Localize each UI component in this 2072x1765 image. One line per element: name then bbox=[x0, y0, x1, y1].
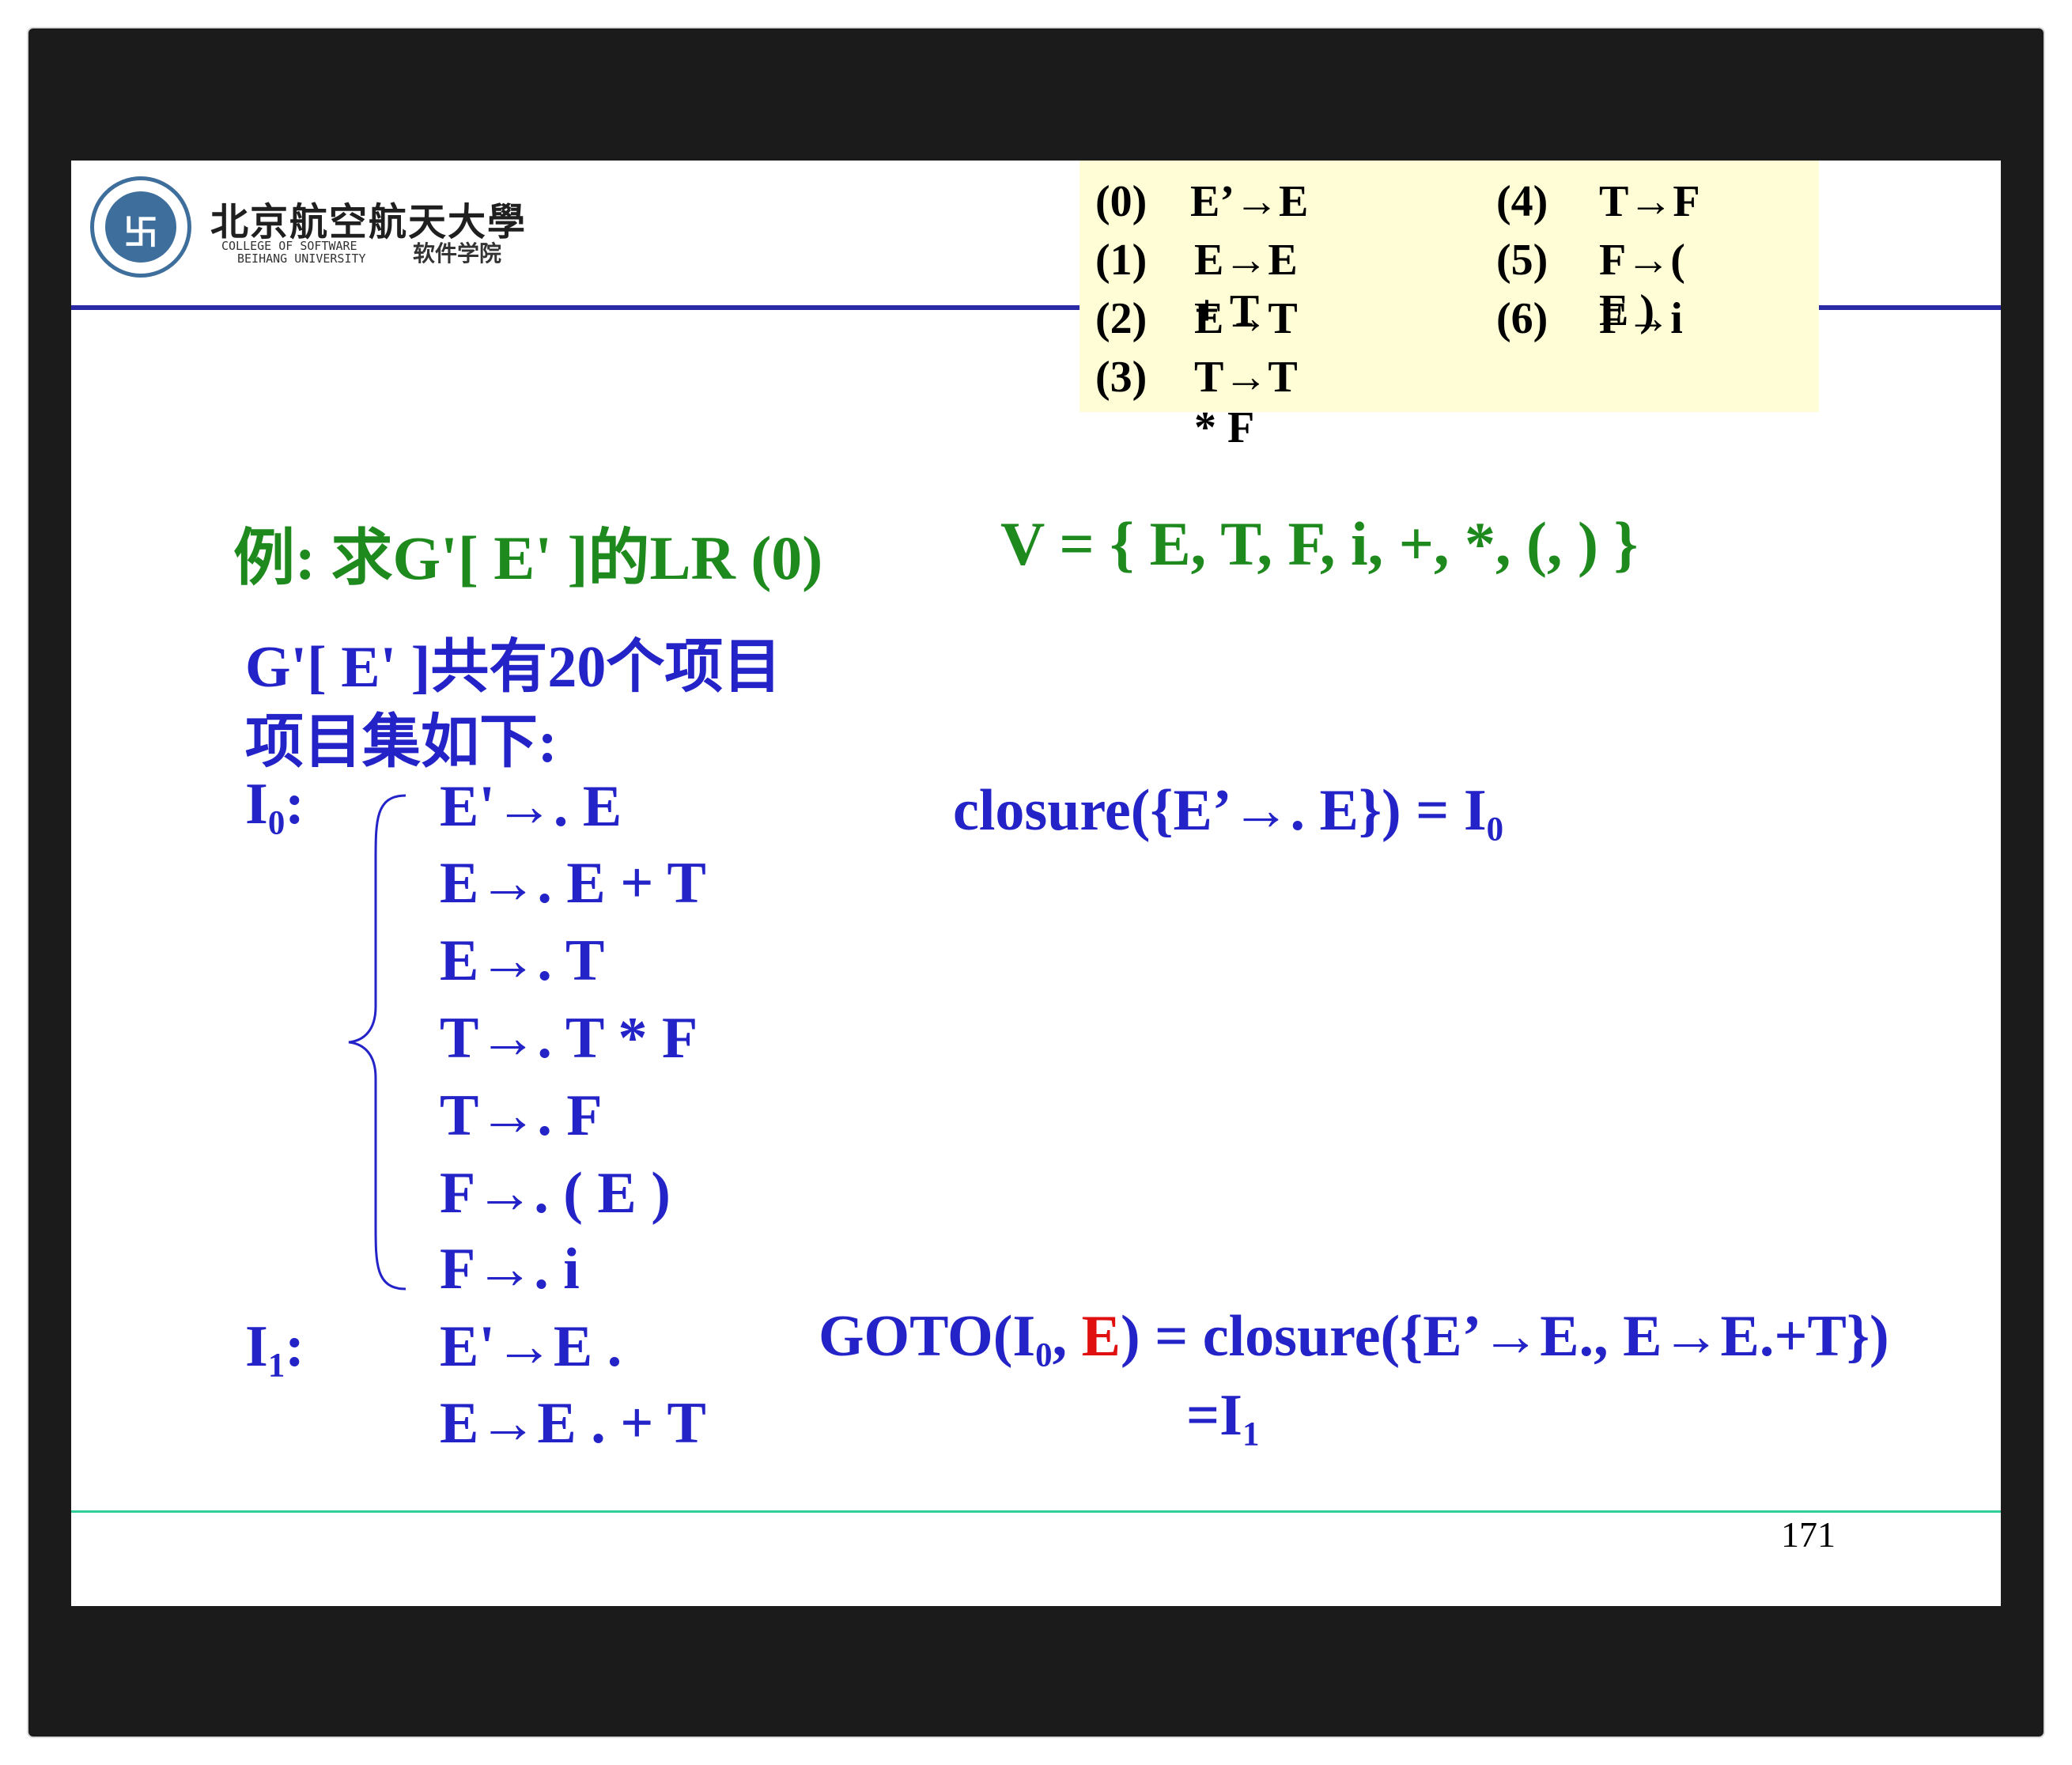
grammar-productions-box: (0) E’→E (1) E→E + T (2) E→T (3) T→T * F… bbox=[1079, 161, 1819, 452]
I0-item-5: T→. F bbox=[440, 1083, 603, 1148]
I0-item-7: F→. i bbox=[440, 1237, 580, 1302]
college-english-name: COLLEGE OF SOFTWARE BEIHANG UNIVERSITY bbox=[221, 240, 366, 265]
goto-expression: GOTO(I0, E) = closure({E’→E., E→E.+T}) bbox=[819, 1303, 1889, 1375]
item-sets-heading: 项目集如下: bbox=[245, 710, 558, 775]
I0-item-3: E→. T bbox=[440, 928, 605, 993]
closure-subscript: 0 bbox=[1486, 811, 1504, 848]
I0-item-2: E→. E + T bbox=[440, 851, 706, 916]
production-rule: T→T * F bbox=[1194, 353, 1297, 452]
page-number: 171 bbox=[1781, 1514, 1836, 1555]
I1-item-2: E→E . + T bbox=[440, 1391, 706, 1456]
set-colon: : bbox=[285, 772, 304, 837]
goto-symbol: E bbox=[1081, 1304, 1121, 1369]
result-subscript: 1 bbox=[1242, 1415, 1260, 1453]
goto-comma: , bbox=[1052, 1304, 1082, 1369]
production-number: (0) bbox=[1095, 177, 1148, 226]
closure-text: closure({E’→. E}) = I bbox=[953, 778, 1487, 843]
header-divider-right bbox=[1819, 305, 2001, 310]
presentation-frame: 卐 北京航空航天大學 COLLEGE OF SOFTWARE BEIHANG U… bbox=[28, 28, 2044, 1737]
slide: 卐 北京航空航天大學 COLLEGE OF SOFTWARE BEIHANG U… bbox=[71, 161, 2001, 1606]
example-title: 例: 求G'[ E' ]的LR (0) bbox=[233, 523, 823, 592]
result-text: =I bbox=[1186, 1383, 1242, 1448]
item-set-I0-label: I0: bbox=[245, 771, 304, 843]
I0-item-4: T→. T * F bbox=[440, 1006, 698, 1071]
goto-rest: ) = closure({E’→E., E→E.+T}) bbox=[1120, 1304, 1889, 1369]
production-number: (1) bbox=[1095, 236, 1148, 285]
vocabulary-set: V = { E, T, F, i, +, *, (, ) } bbox=[1000, 509, 1639, 578]
set-subscript: 0 bbox=[267, 804, 285, 842]
goto-subscript: 0 bbox=[1035, 1336, 1053, 1374]
production-number: (2) bbox=[1095, 294, 1148, 343]
set-letter: I bbox=[245, 772, 268, 837]
production-rule: E→T bbox=[1194, 294, 1298, 343]
production-rule: T→F bbox=[1599, 177, 1700, 226]
production-number: (6) bbox=[1496, 294, 1548, 343]
goto-prefix: GOTO(I bbox=[819, 1304, 1036, 1369]
production-number: (5) bbox=[1496, 236, 1548, 285]
college-en-line2: BEIHANG UNIVERSITY bbox=[237, 251, 366, 266]
set-letter: I bbox=[245, 1314, 268, 1379]
production-number: (3) bbox=[1095, 353, 1148, 402]
I0-closure-expression: closure({E’→. E}) = I0 bbox=[953, 777, 1503, 849]
production-number: (4) bbox=[1496, 177, 1548, 226]
I1-item-1: E'→E . bbox=[440, 1314, 622, 1379]
emblem-glyph: 卐 bbox=[123, 213, 158, 253]
footer-divider bbox=[71, 1510, 2001, 1513]
goto-result: =I1 bbox=[1186, 1382, 1259, 1454]
college-chinese-name: 软件学院 bbox=[413, 240, 502, 266]
item-count-line: G'[ E' ]共有20个项目 bbox=[245, 635, 782, 700]
I0-item-6: F→. ( E ) bbox=[440, 1161, 671, 1226]
set-subscript: 1 bbox=[267, 1347, 285, 1385]
I0-item-1: E'→. E bbox=[440, 774, 622, 839]
production-rule: E’→E bbox=[1190, 177, 1309, 226]
beihang-emblem-icon: 卐 bbox=[90, 176, 191, 278]
item-set-I1-label: I1: bbox=[245, 1313, 304, 1385]
set-colon: : bbox=[285, 1314, 304, 1379]
left-brace-icon bbox=[348, 794, 406, 1291]
production-rule: F→i bbox=[1599, 294, 1683, 343]
header-divider-left bbox=[71, 305, 1079, 310]
college-en-line1: COLLEGE OF SOFTWARE bbox=[221, 239, 357, 253]
